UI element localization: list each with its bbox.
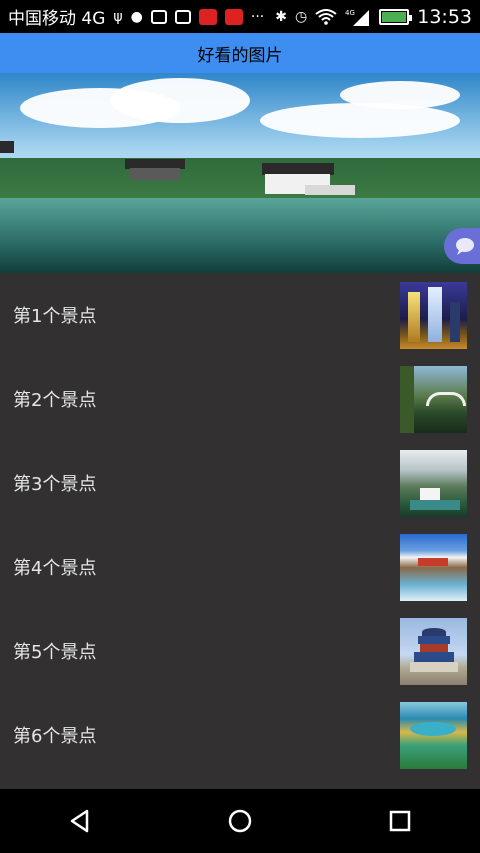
- chat-glyph-icon: [456, 238, 474, 255]
- list-item-label: 第5个景点: [13, 642, 97, 663]
- list-item[interactable]: 第5个景点: [0, 609, 480, 693]
- cloud: [110, 78, 250, 123]
- thumbnail-snow-mountain-river: [400, 533, 467, 601]
- status-bar-right: ✱ ◷ 4G 13:53: [275, 6, 472, 28]
- carrier-label: 中国移动 4G: [8, 9, 106, 29]
- banner-trees: [0, 158, 480, 198]
- chat-bubble-icon[interactable]: [444, 228, 480, 264]
- alarm-icon: ◷: [295, 8, 308, 25]
- android-icon: ●: [130, 8, 143, 25]
- clock: 13:53: [417, 5, 472, 28]
- list-item[interactable]: 第6个景点: [0, 693, 480, 777]
- app-badge-icon: [198, 8, 217, 25]
- wifi-icon: [315, 8, 337, 25]
- recents-button[interactable]: [380, 801, 420, 841]
- list-item[interactable]: 第1个景点: [0, 273, 480, 357]
- network-type-label: 4G: [345, 9, 355, 17]
- bluetooth-icon: ✱: [275, 8, 288, 25]
- list-item[interactable]: 第2个景点: [0, 357, 480, 441]
- list-item-label: 第3个景点: [13, 474, 97, 495]
- page-title: 好看的图片: [197, 45, 283, 66]
- app-badge-icon: [224, 8, 243, 25]
- thumbnail-karst-mountains: [400, 449, 467, 517]
- list-item[interactable]: 第3个景点: [0, 441, 480, 525]
- thumbnail-temple-of-heaven: [400, 617, 467, 685]
- list-item-label: 第2个景点: [13, 390, 97, 411]
- cloud: [260, 103, 460, 138]
- list-item[interactable]: 第4个景点: [0, 525, 480, 609]
- more-icon: ···: [250, 8, 265, 25]
- list-item-label: 第1个景点: [13, 306, 97, 327]
- recents-icon: [389, 810, 411, 832]
- scenic-spot-list: 第1个景点 第2个景点 第3个景点 第4个景点 第5个景点 第6个景点: [0, 273, 480, 789]
- status-bar: 中国移动 4G ψ ● ··· ✱ ◷ 4G 13:53: [0, 0, 480, 33]
- home-button[interactable]: [220, 801, 260, 841]
- usb-icon: ψ: [113, 8, 123, 25]
- list-item-label: 第4个景点: [13, 558, 97, 579]
- thumbnail-stone-bridge: [400, 365, 467, 433]
- battery-icon: [379, 8, 413, 25]
- house: [130, 168, 180, 180]
- house-roof: [0, 141, 14, 153]
- thumbnail-colorful-lake: [400, 701, 467, 769]
- navigation-bar: [0, 789, 480, 853]
- status-bar-left: 中国移动 4G ψ ● ···: [8, 4, 264, 29]
- banner-image[interactable]: [0, 73, 480, 273]
- app-screen: 中国移动 4G ψ ● ··· ✱ ◷ 4G 13:53 好看的图片 第1个景点…: [0, 0, 480, 853]
- boat: [305, 185, 355, 195]
- back-icon: [70, 809, 89, 833]
- list-item-label: 第6个景点: [13, 726, 97, 747]
- home-icon: [228, 809, 252, 833]
- mail-icon: [150, 9, 167, 24]
- emoji-icon: [174, 9, 191, 24]
- signal-icon: 4G: [345, 9, 370, 26]
- thumbnail-pagodas-night: [400, 281, 467, 349]
- cloud: [340, 81, 460, 109]
- back-button[interactable]: [60, 801, 100, 841]
- title-bar: 好看的图片: [0, 33, 480, 73]
- banner-water: [0, 198, 480, 273]
